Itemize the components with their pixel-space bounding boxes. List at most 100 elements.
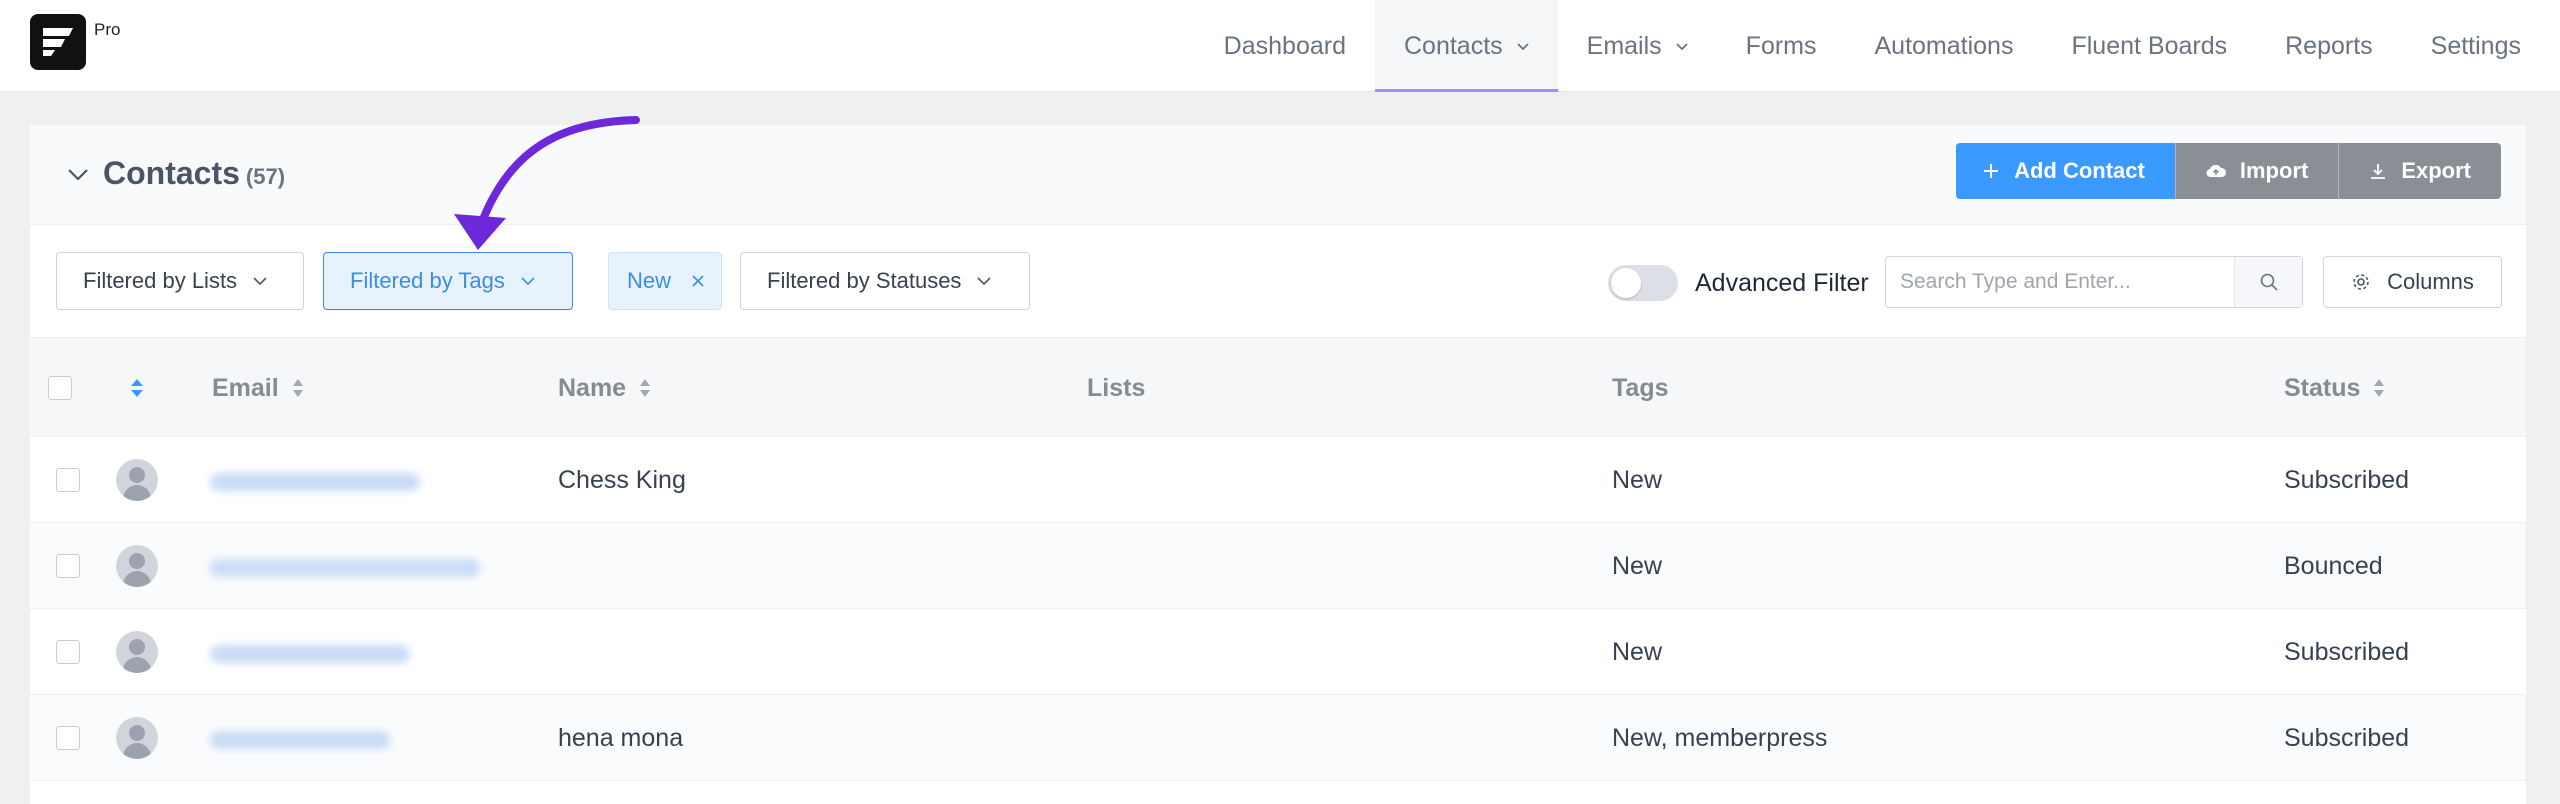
nav-label: Settings bbox=[2430, 31, 2521, 60]
avatar-head bbox=[129, 725, 145, 741]
email-redacted[interactable] bbox=[210, 645, 410, 663]
filter-lists-label: Filtered by Lists bbox=[83, 268, 238, 293]
row-checkbox[interactable] bbox=[56, 468, 80, 492]
chevron-down-icon bbox=[1517, 43, 1529, 51]
filter-by-lists-dropdown[interactable]: Filtered by Lists bbox=[56, 252, 304, 310]
avatar-head bbox=[129, 639, 145, 655]
row-checkbox[interactable] bbox=[56, 554, 80, 578]
chevron-down-icon bbox=[521, 277, 535, 286]
header-actions: Add Contact Import Export bbox=[1956, 143, 2501, 199]
table-row[interactable]: hena mona New, memberpress Subscribed bbox=[30, 695, 2526, 781]
search-button[interactable] bbox=[2234, 257, 2302, 307]
column-header-tags: Tags bbox=[1612, 338, 1669, 438]
card-header: Contacts (57) Add Contact Import Export bbox=[30, 125, 2526, 225]
avatar-body bbox=[123, 743, 151, 759]
search-input[interactable] bbox=[1886, 257, 2234, 307]
filter-statuses-label: Filtered by Statuses bbox=[767, 268, 962, 293]
top-navbar: Pro Dashboard Contacts Emails Forms Auto… bbox=[0, 0, 2560, 92]
search-icon bbox=[2260, 273, 2278, 291]
nav-contacts[interactable]: Contacts bbox=[1374, 0, 1558, 92]
toggle-knob bbox=[1611, 268, 1641, 298]
avatar-body bbox=[123, 657, 151, 673]
header-email-label: Email bbox=[212, 373, 279, 402]
nav-label: Reports bbox=[2285, 31, 2373, 60]
page-title: Contacts (57) bbox=[103, 155, 285, 192]
email-redacted[interactable] bbox=[210, 473, 420, 491]
row-checkbox[interactable] bbox=[56, 640, 80, 664]
cell-tags: New, memberpress bbox=[1612, 723, 1828, 752]
selected-tag-label: New bbox=[627, 268, 672, 293]
fluentcrm-logo[interactable] bbox=[30, 14, 86, 70]
column-header-email[interactable]: Email bbox=[212, 338, 305, 438]
download-icon bbox=[2369, 162, 2387, 180]
nav-label: Emails bbox=[1586, 31, 1662, 60]
advanced-filter-label: Advanced Filter bbox=[1695, 269, 1869, 297]
select-all-checkbox[interactable] bbox=[48, 376, 72, 400]
nav-automations[interactable]: Automations bbox=[1846, 0, 2043, 92]
avatar-body bbox=[123, 485, 151, 501]
export-button[interactable]: Export bbox=[2338, 143, 2501, 199]
filter-by-tags-dropdown[interactable]: Filtered by Tags bbox=[323, 252, 573, 310]
avatar bbox=[116, 631, 158, 673]
columns-label: Columns bbox=[2387, 269, 2474, 294]
column-header-lists: Lists bbox=[1087, 338, 1145, 438]
cloud-upload-icon bbox=[2206, 163, 2226, 179]
chevron-down-icon bbox=[977, 277, 992, 286]
nav-fluent-boards[interactable]: Fluent Boards bbox=[2042, 0, 2256, 92]
import-label: Import bbox=[2239, 158, 2309, 183]
avatar bbox=[116, 459, 158, 501]
default-sort-control[interactable] bbox=[128, 338, 146, 438]
remove-tag-icon[interactable] bbox=[691, 268, 705, 294]
header-status-label: Status bbox=[2284, 373, 2361, 402]
nav-label: Fluent Boards bbox=[2071, 31, 2228, 60]
export-label: Export bbox=[2401, 158, 2471, 183]
cell-name[interactable]: Chess King bbox=[558, 437, 686, 523]
pro-badge: Pro bbox=[94, 20, 121, 39]
contacts-table: Email Name Lists Tags Status Chess King … bbox=[30, 337, 2526, 781]
nav-reports[interactable]: Reports bbox=[2256, 0, 2402, 92]
sort-arrows-icon bbox=[292, 379, 303, 397]
selected-tag-chip: New bbox=[608, 252, 722, 310]
cell-tags: New bbox=[1612, 551, 1663, 580]
table-row[interactable]: New Subscribed bbox=[30, 609, 2526, 695]
add-contact-label: Add Contact bbox=[2014, 158, 2145, 183]
filter-bar: Filtered by Lists Filtered by Tags New F… bbox=[30, 225, 2526, 337]
column-header-status[interactable]: Status bbox=[2284, 338, 2386, 438]
sort-arrows-icon bbox=[640, 379, 651, 397]
filter-by-statuses-dropdown[interactable]: Filtered by Statuses bbox=[740, 252, 1030, 310]
gear-icon bbox=[2351, 272, 2371, 292]
nav-label: Contacts bbox=[1403, 31, 1503, 60]
email-redacted[interactable] bbox=[210, 559, 480, 577]
avatar bbox=[116, 545, 158, 587]
import-button[interactable]: Import bbox=[2174, 143, 2339, 199]
nav-forms[interactable]: Forms bbox=[1717, 0, 1846, 92]
page-title-text: Contacts bbox=[103, 155, 240, 191]
nav-label: Forms bbox=[1745, 31, 1817, 60]
cell-tags: New bbox=[1612, 465, 1663, 494]
avatar-head bbox=[129, 553, 145, 569]
chevron-down-icon bbox=[253, 277, 267, 286]
row-checkbox[interactable] bbox=[56, 726, 80, 750]
plus-icon bbox=[1982, 162, 2000, 180]
email-redacted[interactable] bbox=[210, 731, 390, 749]
nav-label: Automations bbox=[1874, 31, 2014, 60]
nav-settings[interactable]: Settings bbox=[2402, 0, 2550, 92]
filter-tags-label: Filtered by Tags bbox=[350, 268, 505, 293]
avatar-head bbox=[129, 467, 145, 483]
nav-emails[interactable]: Emails bbox=[1558, 0, 1717, 92]
advanced-filter-toggle[interactable] bbox=[1608, 265, 1678, 301]
header-name-label: Name bbox=[558, 373, 627, 402]
nav-dashboard[interactable]: Dashboard bbox=[1195, 0, 1375, 92]
cell-name[interactable]: hena mona bbox=[558, 695, 683, 781]
column-header-name[interactable]: Name bbox=[558, 338, 652, 438]
table-row[interactable]: New Bounced bbox=[30, 523, 2526, 609]
collapse-chevron-icon[interactable] bbox=[66, 163, 90, 187]
columns-button[interactable]: Columns bbox=[2323, 256, 2502, 308]
chevron-down-icon bbox=[1676, 43, 1688, 51]
add-contact-button[interactable]: Add Contact bbox=[1956, 143, 2175, 199]
contacts-card: Contacts(57) Add Contact Import Export bbox=[30, 125, 2526, 804]
table-row[interactable]: Chess King New Subscribed bbox=[30, 437, 2526, 523]
avatar-body bbox=[123, 571, 151, 587]
cell-status: Subscribed bbox=[2284, 723, 2410, 752]
cell-status: Subscribed bbox=[2284, 637, 2410, 666]
